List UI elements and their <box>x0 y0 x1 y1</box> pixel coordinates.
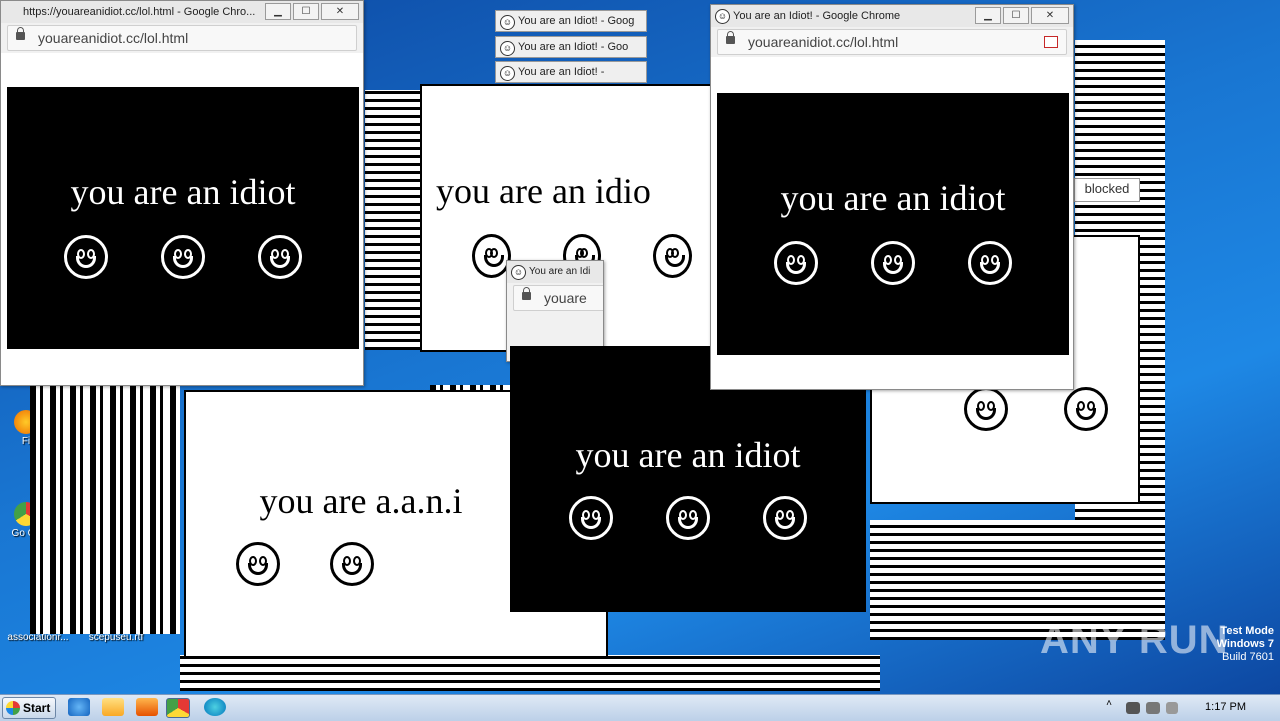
smiley-icon <box>653 234 693 278</box>
url-text: youareanidiot.cc/lol.html <box>38 30 189 46</box>
page-content: you are an idiot <box>711 57 1073 389</box>
window-titlebar[interactable]: ☺ You are an Idiot! - Google Chrome ▁ ☐ … <box>711 5 1073 27</box>
idiot-phrase: you are an idiot <box>780 178 1006 218</box>
stacked-window-titlebar[interactable]: ☺ You are an Idiot! - <box>495 61 647 83</box>
lock-icon <box>726 31 735 44</box>
address-bar[interactable]: youareanidiot.cc/lol.html <box>7 25 357 51</box>
url-text: youareanidiot.cc/lol.html <box>748 34 899 50</box>
edge-icon[interactable] <box>204 698 226 716</box>
address-bar[interactable]: youareanidiot.cc/lol.html <box>717 29 1067 55</box>
smiley-favicon-icon: ☺ <box>500 66 515 81</box>
idiot-panel-black: you are an idiot <box>717 93 1069 355</box>
window-titlebar[interactable]: https://youareanidiot.cc/lol.html - Goog… <box>1 1 363 23</box>
smiley-icon <box>1064 387 1108 431</box>
media-player-icon[interactable] <box>136 698 158 716</box>
network-icon[interactable] <box>1146 702 1160 714</box>
smiley-icon <box>665 496 710 540</box>
window-title: You are an Idiot! - Google Chrome <box>733 10 901 22</box>
smiley-favicon-icon: ☺ <box>500 15 515 30</box>
desktop: Fi Go Ch associationr... scepuseu.rtf ☺ … <box>0 0 1280 694</box>
test-mode-watermark: Test Mode Windows 7 Build 7601 <box>1216 625 1274 663</box>
anyrun-watermark: ANY RUN <box>1040 618 1229 662</box>
address-bar[interactable]: youare <box>513 285 603 311</box>
smiley-icon <box>258 235 303 279</box>
close-button[interactable]: ✕ <box>321 3 359 20</box>
minimize-button[interactable]: ▁ <box>265 3 291 20</box>
page-content: you are an idiot <box>1 53 363 385</box>
file-explorer-icon[interactable] <box>102 698 124 716</box>
action-center-flag-icon[interactable] <box>1166 702 1178 714</box>
chrome-taskbar-icon[interactable] <box>166 698 190 718</box>
smiley-favicon-icon: ☺ <box>511 265 526 280</box>
taskbar-clock[interactable]: 1:17 PM <box>1205 701 1246 713</box>
maximize-button[interactable]: ☐ <box>293 3 319 20</box>
smiley-icon <box>968 241 1013 285</box>
window-controls: ▁ ☐ ✕ <box>265 3 359 20</box>
smiley-row <box>512 496 864 540</box>
idiot-phrase: you are an idio <box>436 171 651 211</box>
smiley-icon <box>773 241 818 285</box>
system-tray: ˄ 1:17 PM <box>1100 695 1280 721</box>
window-title: https://youareanidiot.cc/lol.html - Goog… <box>23 6 256 18</box>
window-controls: ▁ ☐ ✕ <box>975 7 1069 24</box>
smiley-icon <box>870 241 915 285</box>
glitch-artifact <box>365 90 425 350</box>
smiley-icon <box>763 496 808 540</box>
smiley-row <box>717 241 1069 285</box>
url-text: youare <box>544 290 587 306</box>
idiot-phrase: you are an idiot <box>575 435 801 475</box>
internet-explorer-icon[interactable] <box>68 698 90 716</box>
stacked-window-titlebar[interactable]: ☺ You are an Idiot! - Goo <box>495 36 647 58</box>
taskbar: Start ˄ 1:17 PM <box>0 694 1280 721</box>
smiley-icon <box>964 387 1008 431</box>
maximize-button[interactable]: ☐ <box>1003 7 1029 24</box>
blocked-popup-label: blocked <box>1074 178 1140 202</box>
smiley-icon <box>236 542 280 586</box>
smiley-icon <box>568 496 613 540</box>
smiley-icon <box>63 235 108 279</box>
browser-window-main[interactable]: https://youareanidiot.cc/lol.html - Goog… <box>0 0 364 386</box>
volume-icon[interactable] <box>1126 702 1140 714</box>
smiley-icon <box>160 235 205 279</box>
window-titlebar[interactable]: ☺ You are an Idi <box>507 261 603 283</box>
stacked-window-titlebar[interactable]: ☺ You are an Idiot! - Goog <box>495 10 647 32</box>
start-button[interactable]: Start <box>2 697 56 719</box>
smiley-icon <box>330 542 374 586</box>
popup-blocked-icon[interactable] <box>1044 36 1058 48</box>
smiley-row <box>7 235 359 279</box>
smiley-row <box>872 387 1138 431</box>
lock-icon <box>522 287 531 300</box>
window-title: You are an Idi <box>529 266 591 277</box>
minimize-button[interactable]: ▁ <box>975 7 1001 24</box>
lock-icon <box>16 27 25 40</box>
close-button[interactable]: ✕ <box>1031 7 1069 24</box>
smiley-favicon-icon: ☺ <box>500 41 515 56</box>
browser-window-right[interactable]: ☺ You are an Idiot! - Google Chrome ▁ ☐ … <box>710 4 1074 390</box>
glitch-artifact <box>180 655 880 691</box>
smiley-favicon-icon: ☺ <box>715 9 730 24</box>
show-hidden-icons-icon[interactable]: ˄ <box>1104 698 1114 716</box>
windows-logo-icon <box>6 701 20 715</box>
idiot-phrase: you are an idiot <box>70 172 296 212</box>
idiot-panel-black: you are an idiot <box>7 87 359 349</box>
smiley-icon <box>472 234 511 278</box>
